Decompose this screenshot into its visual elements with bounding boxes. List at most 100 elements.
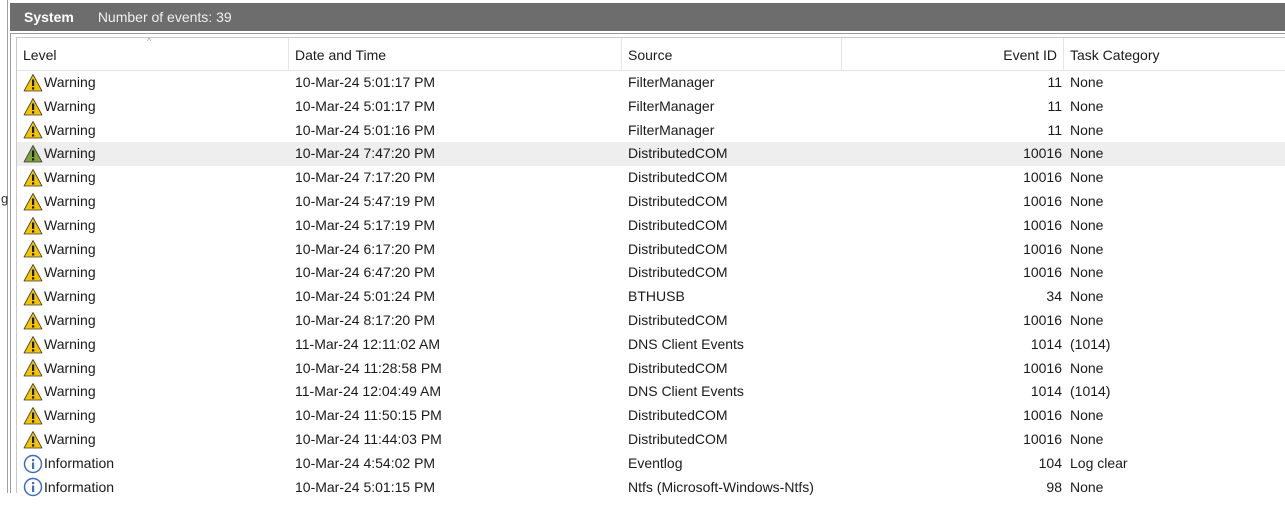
table-row[interactable]: Warning 10-Mar-24 7:47:20 PM DistributedCO… xyxy=(17,142,1285,167)
table-row[interactable]: Warning 10-Mar-24 5:01:16 PM FilterManager… xyxy=(17,119,1285,143)
warning-icon xyxy=(23,287,43,307)
task-category-cell: None xyxy=(1070,145,1104,162)
date-time-cell: 10-Mar-24 4:54:02 PM xyxy=(295,454,436,471)
event-id-cell: 11 xyxy=(1047,74,1062,90)
level-cell: Warning xyxy=(23,190,96,214)
level-cell: Information xyxy=(23,476,114,500)
column-header-level[interactable]: Level ^ xyxy=(17,36,289,70)
table-row[interactable]: Warning 11-Mar-24 12:11:02 AM DNS Client E… xyxy=(17,333,1285,357)
event-id-cell: 11 xyxy=(1047,121,1062,138)
task-category-cell: None xyxy=(1070,311,1104,328)
table-row[interactable]: Information 10-Mar-24 5:01:15 PM Ntfs (Mic… xyxy=(17,476,1285,500)
event-id-cell: 10016 xyxy=(1023,359,1062,376)
source-cell: DistributedCOM xyxy=(628,264,728,281)
info-icon xyxy=(23,454,43,474)
column-header-task-category[interactable]: Task Category xyxy=(1064,38,1285,70)
warning-icon xyxy=(23,263,43,283)
date-time-cell: 10-Mar-24 6:47:20 PM xyxy=(295,264,436,281)
source-cell: DistributedCOM xyxy=(628,169,728,186)
event-id-cell: 34 xyxy=(1046,288,1062,305)
task-category-cell: None xyxy=(1070,97,1104,114)
date-time-cell: 10-Mar-24 8:17:20 PM xyxy=(295,311,436,328)
source-cell: Eventlog xyxy=(628,454,683,471)
source-cell: DistributedCOM xyxy=(628,430,728,447)
date-time-cell: 10-Mar-24 6:17:20 PM xyxy=(295,240,436,257)
source-cell: DNS Client Events xyxy=(628,383,744,400)
source-cell: FilterManager xyxy=(628,74,715,90)
task-category-cell: (1014) xyxy=(1070,335,1111,352)
level-cell: Warning xyxy=(23,238,96,262)
table-row[interactable]: Warning 10-Mar-24 11:44:03 PM DistributedC… xyxy=(17,428,1285,452)
table-row[interactable]: Warning 10-Mar-24 5:01:24 PM BTHUSB 34 None xyxy=(17,285,1285,309)
level-text: Warning xyxy=(44,359,96,376)
column-header-source[interactable]: Source xyxy=(622,38,842,70)
event-id-cell: 10016 xyxy=(1023,192,1062,209)
event-id-cell: 10016 xyxy=(1023,216,1062,233)
warning-icon xyxy=(23,192,43,212)
column-header-event-id[interactable]: Event ID xyxy=(842,38,1064,70)
date-time-cell: 10-Mar-24 11:50:15 PM xyxy=(295,407,442,424)
table-row[interactable]: Warning 11-Mar-24 12:04:49 AM DNS Client E… xyxy=(17,380,1285,404)
level-cell: Warning xyxy=(23,142,96,166)
event-id-cell: 10016 xyxy=(1023,240,1062,257)
table-row[interactable]: Warning 10-Mar-24 5:47:19 PM DistributedCO… xyxy=(17,190,1285,214)
level-text: Warning xyxy=(44,145,96,162)
table-row[interactable]: Warning 10-Mar-24 6:47:20 PM DistributedCO… xyxy=(17,261,1285,285)
event-id-cell: 11 xyxy=(1047,97,1062,114)
task-category-cell: None xyxy=(1070,240,1104,257)
table-row[interactable]: Warning 10-Mar-24 6:17:20 PM DistributedCO… xyxy=(17,238,1285,262)
level-text: Warning xyxy=(44,264,96,281)
date-time-cell: 10-Mar-24 5:17:19 PM xyxy=(295,216,436,233)
task-category-cell: None xyxy=(1070,288,1104,305)
warning-icon xyxy=(23,216,43,236)
table-row[interactable]: Warning 10-Mar-24 5:01:17 PM FilterManager… xyxy=(17,71,1285,95)
table-row[interactable]: Warning 10-Mar-24 7:17:20 PM DistributedCO… xyxy=(17,166,1285,190)
task-category-cell: None xyxy=(1070,216,1104,233)
source-cell: FilterManager xyxy=(628,97,715,114)
table-row[interactable]: Warning 10-Mar-24 8:17:20 PM DistributedCO… xyxy=(17,309,1285,333)
date-time-cell: 10-Mar-24 11:44:03 PM xyxy=(295,430,442,447)
table-header: Level ^ Date and Time Source Event ID Ta… xyxy=(17,36,1285,71)
date-time-cell: 10-Mar-24 5:47:19 PM xyxy=(295,192,436,209)
column-header-date-and-time[interactable]: Date and Time xyxy=(289,38,622,70)
level-text: Warning xyxy=(44,311,96,328)
column-label-level: Level xyxy=(23,47,57,63)
table-row[interactable]: Warning 10-Mar-24 11:28:58 PM DistributedC… xyxy=(17,357,1285,381)
level-text: Warning xyxy=(44,240,96,257)
warning-icon xyxy=(23,239,43,259)
events-table: Level ^ Date and Time Source Event ID Ta… xyxy=(16,36,1285,497)
table-body: Warning 10-Mar-24 5:01:17 PM FilterManager… xyxy=(17,71,1285,499)
level-text: Information xyxy=(44,454,115,471)
task-category-cell: (1014) xyxy=(1070,383,1111,400)
warning-icon xyxy=(23,335,43,355)
truncated-label: g xyxy=(1,191,9,206)
level-text: Warning xyxy=(44,288,96,305)
event-id-cell: 10016 xyxy=(1023,145,1062,162)
task-category-cell: Log clear xyxy=(1070,454,1128,471)
sort-ascending-icon: ^ xyxy=(147,36,152,46)
level-cell: Warning xyxy=(23,285,96,309)
event-id-cell: 104 xyxy=(1038,454,1062,471)
level-cell: Information xyxy=(23,452,114,476)
date-time-cell: 10-Mar-24 5:01:24 PM xyxy=(295,288,436,305)
table-row[interactable]: Information 10-Mar-24 4:54:02 PM Eventlog 1… xyxy=(17,452,1285,476)
source-cell: DistributedCOM xyxy=(628,359,728,376)
table-row[interactable]: Warning 10-Mar-24 11:50:15 PM DistributedC… xyxy=(17,404,1285,428)
date-time-cell: 10-Mar-24 7:17:20 PM xyxy=(295,169,436,186)
table-row[interactable]: Warning 10-Mar-24 5:17:19 PM DistributedCO… xyxy=(17,214,1285,238)
warning-icon xyxy=(23,97,43,117)
warning-icon xyxy=(23,168,43,188)
log-name: System xyxy=(24,9,74,25)
task-category-cell: None xyxy=(1070,264,1104,281)
level-text: Warning xyxy=(44,97,96,114)
level-cell: Warning xyxy=(23,166,96,190)
date-time-cell: 11-Mar-24 12:11:02 AM xyxy=(295,335,441,352)
warning-icon xyxy=(23,358,43,378)
source-cell: DistributedCOM xyxy=(628,192,728,209)
level-text: Warning xyxy=(44,383,96,400)
event-id-cell: 10016 xyxy=(1023,264,1062,281)
table-row[interactable]: Warning 10-Mar-24 5:01:17 PM FilterManager… xyxy=(17,95,1285,119)
date-time-cell: 11-Mar-24 12:04:49 AM xyxy=(295,383,442,400)
source-cell: DistributedCOM xyxy=(628,407,728,424)
source-cell: DistributedCOM xyxy=(628,145,728,162)
